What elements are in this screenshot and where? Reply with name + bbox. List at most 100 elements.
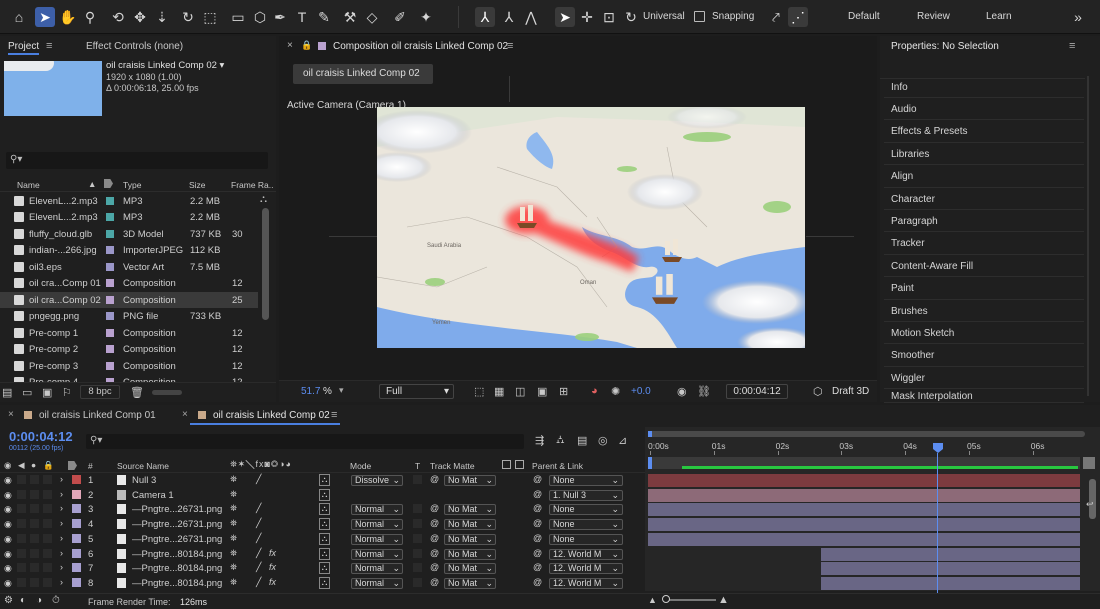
layer-duration-bar[interactable] bbox=[820, 562, 1080, 576]
close-tab-icon[interactable]: × bbox=[182, 409, 188, 420]
workspace-learn[interactable]: Learn bbox=[986, 11, 1012, 22]
project-item[interactable]: ElevenL...2.mp3 MP3 2.2 MB bbox=[0, 193, 258, 209]
audio-toggle[interactable] bbox=[17, 504, 26, 514]
zoom-out-icon[interactable]: ▲ bbox=[648, 595, 657, 605]
fx-switch-icon[interactable]: fx bbox=[269, 548, 276, 558]
track-matte-select[interactable]: No Mat ⌄ bbox=[444, 563, 496, 575]
panel-menu-icon[interactable]: ≡ bbox=[1069, 40, 1075, 52]
layer-source-name[interactable]: —Pngtre...80184.png bbox=[132, 549, 222, 560]
label-swatch[interactable] bbox=[106, 213, 114, 222]
3d-layer-switch-icon[interactable]: ⛬ bbox=[319, 532, 330, 545]
show-snapshot-icon[interactable]: ⛓ bbox=[697, 385, 711, 398]
layer-duration-bar[interactable] bbox=[820, 547, 1080, 561]
layer-switches-icon[interactable]: ⚙ bbox=[4, 595, 13, 606]
quality-switch-icon[interactable]: ╱ bbox=[256, 474, 261, 485]
new-folder-icon[interactable]: ▭ bbox=[22, 386, 32, 399]
visibility-eye-icon[interactable]: ◉ bbox=[4, 504, 12, 515]
col-source-name[interactable]: Source Name bbox=[117, 461, 169, 471]
col-track-matte[interactable]: Track Matte bbox=[430, 461, 475, 471]
project-item[interactable]: oil cra...Comp 01 Composition 12 bbox=[0, 275, 258, 291]
properties-item-brushes[interactable]: Brushes bbox=[884, 301, 1084, 322]
expand-arrow-icon[interactable]: › bbox=[60, 548, 63, 558]
audio-toggle[interactable] bbox=[17, 489, 26, 499]
audio-toggle[interactable] bbox=[17, 563, 26, 573]
preserve-transparency-toggle[interactable] bbox=[413, 548, 422, 558]
parent-pickwhip-icon[interactable]: @ bbox=[533, 533, 542, 543]
label-swatch[interactable] bbox=[72, 548, 81, 558]
layer-row[interactable]: ◉ › 1 Null 3 ⛯ ╱ ⛬ Dissolve ⌄ @ No Mat ⌄ @ None ⌄ bbox=[0, 473, 645, 488]
layer-duration-bar[interactable] bbox=[648, 532, 1080, 546]
parent-pickwhip-icon[interactable]: @ bbox=[533, 503, 542, 513]
layer-source-name[interactable]: —Pngtre...80184.png bbox=[132, 563, 222, 574]
col-t[interactable]: T bbox=[415, 461, 420, 471]
solo-toggle[interactable] bbox=[30, 563, 39, 573]
col-mode[interactable]: Mode bbox=[350, 461, 371, 471]
lock-toggle[interactable] bbox=[43, 519, 52, 529]
parent-select[interactable]: 12. World M ⌄ bbox=[549, 548, 623, 560]
pickwhip-icon[interactable]: @ bbox=[430, 503, 439, 513]
layer-source-name[interactable]: Camera 1 bbox=[132, 490, 174, 501]
quality-switch-icon[interactable]: ╱ bbox=[256, 562, 261, 573]
fx-switch-icon[interactable]: fx bbox=[269, 577, 276, 587]
label-swatch[interactable] bbox=[72, 519, 81, 529]
preserve-transparency-toggle[interactable] bbox=[413, 519, 422, 529]
quality-switch-icon[interactable]: ╱ bbox=[256, 503, 261, 514]
pickwhip-icon[interactable]: @ bbox=[430, 577, 439, 587]
layer-source-name[interactable]: —Pngtre...80184.png bbox=[132, 578, 222, 589]
preserve-transparency-toggle[interactable] bbox=[413, 577, 422, 587]
quality-switch-icon[interactable]: ╱ bbox=[256, 577, 261, 588]
tab-effect-controls[interactable]: Effect Controls (none) bbox=[86, 41, 183, 52]
panel-menu-icon[interactable]: ≡ bbox=[331, 409, 337, 421]
project-item[interactable]: Pre-comp 1 Composition 12 bbox=[0, 325, 258, 341]
3d-layer-switch-icon[interactable]: ⛬ bbox=[319, 474, 330, 486]
puppet-pin-icon[interactable]: ✦ bbox=[416, 7, 436, 27]
properties-scrollbar[interactable] bbox=[1087, 76, 1089, 396]
visibility-eye-icon[interactable]: ◉ bbox=[4, 519, 12, 530]
col-type[interactable]: Type bbox=[123, 180, 141, 190]
expand-arrow-icon[interactable]: › bbox=[60, 518, 63, 528]
comp-viewport-map[interactable]: Saudi Arabia Oman Yemen bbox=[377, 107, 805, 348]
new-composition-icon[interactable]: ▣ bbox=[42, 386, 52, 399]
layer-row[interactable]: ◉ › 8 —Pngtre...80184.png ⛯ ╱ fx ⛬ Normal ⌄ @ No Ma… bbox=[0, 576, 645, 591]
trash-icon[interactable]: 🗑 bbox=[130, 386, 144, 399]
label-swatch[interactable] bbox=[106, 229, 114, 238]
solo-toggle[interactable] bbox=[30, 548, 39, 558]
layer-source-name[interactable]: Null 3 bbox=[132, 475, 156, 486]
expand-arrow-icon[interactable]: › bbox=[60, 503, 63, 513]
properties-item-motion-sketch[interactable]: Motion Sketch bbox=[884, 323, 1084, 345]
hand-tool-icon[interactable]: ✋ bbox=[58, 7, 78, 27]
grid-guides-icon[interactable]: ⊞ bbox=[559, 385, 568, 398]
snapshot-icon[interactable]: ◉ bbox=[677, 385, 687, 398]
preserve-transparency-toggle[interactable] bbox=[413, 533, 422, 543]
col-size[interactable]: Size bbox=[189, 180, 206, 190]
dolly-camera-icon[interactable]: ⇣ bbox=[152, 7, 172, 27]
layer-mode-select[interactable]: Normal ⌄ bbox=[351, 548, 403, 560]
lock-toggle[interactable] bbox=[43, 504, 52, 514]
properties-item-align[interactable]: Align bbox=[884, 167, 1084, 188]
workspace-review[interactable]: Review bbox=[917, 11, 950, 22]
timeline-tab-comp-02[interactable]: oil craisis Linked Comp 02 bbox=[213, 410, 330, 421]
project-settings-icon[interactable]: ⚐ bbox=[62, 386, 72, 399]
layer-row[interactable]: ◉ › 5 —Pngtre...26731.png ⛯ ╱ ⛬ Normal ⌄ @ No Mat ⌄… bbox=[0, 532, 645, 547]
shy-switch-icon[interactable]: ⛯ bbox=[230, 474, 237, 485]
label-swatch[interactable] bbox=[106, 197, 114, 205]
shy-switch-icon[interactable]: ⛯ bbox=[230, 533, 237, 544]
label-swatch[interactable] bbox=[106, 312, 114, 321]
layer-duration-bar[interactable] bbox=[648, 503, 1080, 517]
label-swatch[interactable] bbox=[72, 489, 81, 499]
timeline-timecode[interactable]: 0:00:04:12 bbox=[9, 429, 73, 444]
label-swatch[interactable] bbox=[72, 475, 81, 484]
lock-toggle[interactable] bbox=[43, 548, 52, 558]
layer-mode-select[interactable]: Normal ⌄ bbox=[351, 533, 403, 545]
home-icon[interactable]: ⌂ bbox=[9, 7, 29, 27]
expand-arrow-icon[interactable]: › bbox=[60, 533, 63, 543]
axis-view-icon[interactable]: ⋀ bbox=[521, 7, 541, 27]
motion-blur-icon[interactable]: ◎ bbox=[598, 434, 608, 447]
3d-move-icon[interactable]: ✛ bbox=[577, 7, 597, 27]
layer-duration-bar[interactable] bbox=[648, 518, 1080, 532]
label-swatch[interactable] bbox=[106, 262, 114, 271]
properties-item-smoother[interactable]: Smoother bbox=[884, 346, 1084, 367]
navigator-start[interactable] bbox=[648, 431, 652, 437]
zoom-tool-icon[interactable]: ⚲ bbox=[80, 7, 100, 27]
preserve-transparency-toggle[interactable] bbox=[413, 504, 422, 514]
